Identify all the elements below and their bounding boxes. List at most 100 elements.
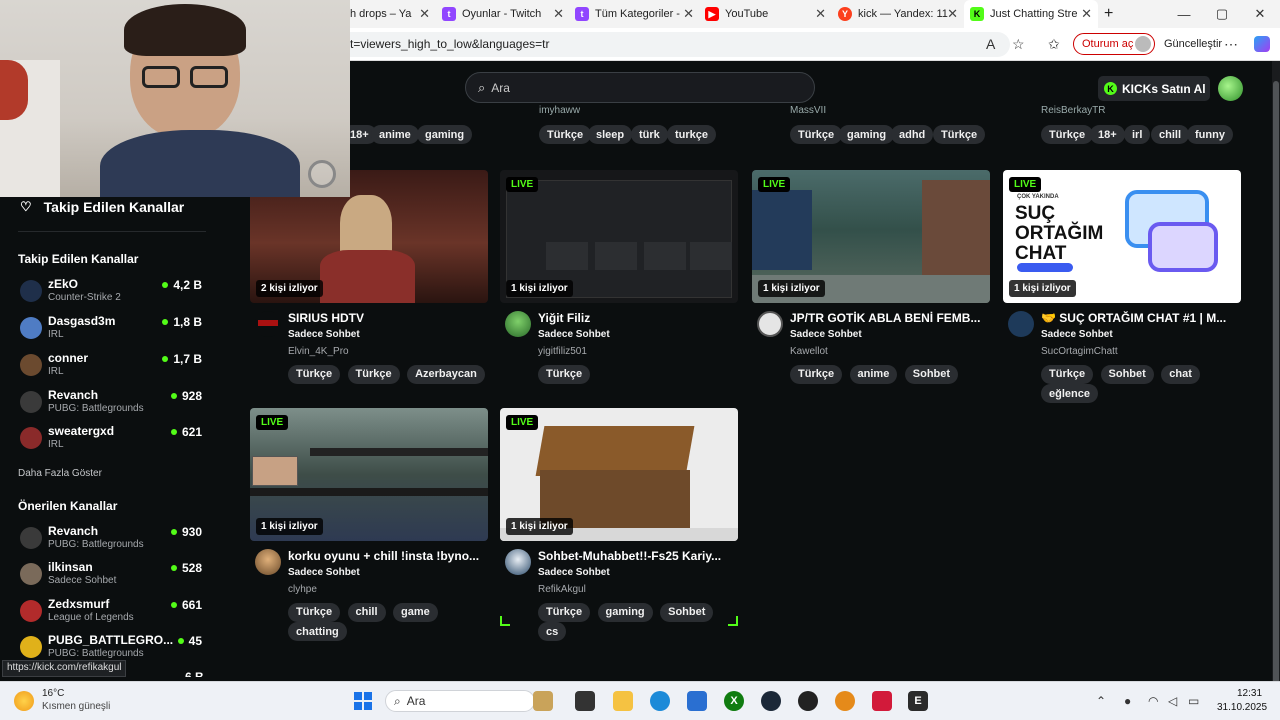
stream-category[interactable]: Sadece Sohbet [790, 329, 862, 340]
app-icon-red[interactable] [872, 691, 892, 711]
windows-start-icon[interactable] [353, 691, 373, 711]
tag[interactable]: irl [1124, 125, 1151, 144]
volume-icon[interactable]: ◁ [1168, 694, 1177, 708]
sidebar-channel[interactable]: Zedxsmurf League of Legends 661 [18, 597, 208, 631]
weather-temp[interactable]: 16°C [42, 688, 64, 699]
tag[interactable]: Türkçe [790, 125, 843, 144]
xbox-icon[interactable]: X [724, 691, 744, 711]
tag[interactable]: Türkçe [288, 602, 341, 622]
tag[interactable]: gaming [597, 602, 653, 622]
favorites-icon[interactable]: ✩ [1048, 36, 1060, 53]
tab-kick-drops[interactable]: h drops – Ya ✕ [350, 0, 436, 28]
tag[interactable]: eğlence [1041, 384, 1098, 403]
task-view-icon[interactable] [575, 691, 595, 711]
tag[interactable]: funny [1187, 125, 1233, 144]
stream-category[interactable]: Sadece Sohbet [288, 567, 360, 578]
tag[interactable]: cs [538, 622, 567, 641]
sidebar-channel[interactable]: zEkO Counter-Strike 2 4,2 B [18, 277, 208, 311]
steam-icon[interactable] [761, 691, 781, 711]
update-button[interactable]: Güncelleştir [1164, 38, 1222, 50]
tag[interactable]: 18+ [1090, 125, 1125, 144]
tag[interactable]: chat [1161, 364, 1200, 384]
channel-avatar[interactable] [255, 311, 281, 337]
show-more-link[interactable]: Daha Fazla Göster [18, 468, 102, 479]
sidebar-channel[interactable]: ilkinsan Sadece Sohbet 528 [18, 560, 208, 594]
close-icon[interactable]: ✕ [683, 7, 694, 21]
followed-channels-link[interactable]: ♡ Takip Edilen Kanallar [20, 199, 184, 215]
buy-kicks-button[interactable]: K KICKs Satın Al [1098, 76, 1210, 101]
channel-username[interactable]: Kawellot [790, 346, 828, 357]
stream-category[interactable]: Sadece Sohbet [288, 329, 360, 340]
epic-games-icon[interactable]: E [908, 691, 928, 711]
stream-thumbnail[interactable]: LIVE 1 kişi izliyor [500, 170, 738, 303]
sidebar-channel[interactable]: Dasgasd3m IRL 1,8 B [18, 314, 208, 348]
tag[interactable]: turkçe [667, 125, 717, 144]
tag[interactable]: Sohbet [1100, 364, 1154, 384]
obs-icon[interactable] [798, 691, 818, 711]
tag[interactable]: Türkçe [539, 125, 592, 144]
tag[interactable]: anime [371, 125, 419, 144]
stream-title[interactable]: korku oyunu + chill !insta !byno... [288, 549, 484, 563]
tag[interactable]: chill [1151, 125, 1190, 144]
stream-title[interactable]: JP/TR GOTİK ABLA BENİ FEMB... [790, 311, 986, 325]
tag[interactable]: Türkçe [1041, 125, 1094, 144]
channel-avatar[interactable] [505, 549, 531, 575]
stream-thumbnail[interactable]: LIVE 1 kişi izliyor [752, 170, 990, 303]
user-avatar[interactable] [1218, 76, 1243, 101]
sidebar-channel[interactable]: Revanch PUBG: Battlegrounds 928 [18, 388, 208, 422]
channel-avatar[interactable] [1008, 311, 1034, 337]
tag[interactable]: gaming [417, 125, 473, 144]
tag[interactable]: Türkçe [538, 364, 591, 384]
app-icon[interactable] [835, 691, 855, 711]
tag[interactable]: game [393, 602, 438, 622]
close-icon[interactable]: ✕ [1081, 7, 1092, 21]
weather-status[interactable]: Kısmen güneşli [42, 701, 110, 712]
tag[interactable]: sleep [588, 125, 633, 144]
file-explorer-icon[interactable] [613, 691, 633, 711]
tag[interactable]: Türkçe [538, 602, 591, 622]
tag[interactable]: Sohbet [660, 602, 714, 622]
tag[interactable]: chill [347, 602, 386, 622]
channel-username[interactable]: SucOrtagimChatt [1041, 346, 1118, 357]
tag[interactable]: anime [849, 364, 898, 384]
weather-icon[interactable] [14, 691, 34, 711]
tab-twitch-categories[interactable]: t Tüm Kategoriler - ✕ [575, 0, 700, 28]
stream-category[interactable]: Sadece Sohbet [538, 567, 610, 578]
tab-twitch-games[interactable]: t Oyunlar - Twitch ✕ [442, 0, 570, 28]
stream-category[interactable]: Sadece Sohbet [538, 329, 610, 340]
tag[interactable]: Azerbaycan [407, 364, 485, 384]
page-scrollbar[interactable] [1272, 61, 1280, 701]
tag[interactable]: adhd [891, 125, 934, 144]
tab-youtube[interactable]: ▶ YouTube ✕ [705, 0, 832, 28]
tag[interactable]: Türkçe [790, 364, 843, 384]
sidebar-channel[interactable]: conner IRL 1,7 B [18, 351, 208, 385]
close-icon[interactable]: ✕ [419, 7, 430, 21]
tab-just-chatting[interactable]: K Just Chatting Stre ✕ [964, 0, 1098, 28]
tray-chevron-icon[interactable]: ⌃ [1096, 694, 1106, 708]
scrollbar-thumb[interactable] [1273, 81, 1279, 701]
channel-username[interactable]: RefikAkgul [538, 584, 586, 595]
sidebar-channel[interactable]: Revanch PUBG: Battlegrounds 930 [18, 524, 208, 558]
battery-icon[interactable]: ▭ [1188, 694, 1199, 708]
sidebar-channel[interactable]: sweatergxd IRL 621 [18, 424, 208, 458]
more-menu-icon[interactable]: ⋯ [1224, 36, 1238, 53]
tag[interactable]: Türkçe [288, 364, 341, 384]
tag[interactable]: türk [631, 125, 668, 144]
maximize-icon[interactable]: ▢ [1204, 0, 1240, 28]
stream-title[interactable]: Yiğit Filiz [538, 311, 734, 325]
close-icon[interactable]: ✕ [553, 7, 564, 21]
signin-button[interactable]: Oturum aç [1073, 33, 1155, 55]
wifi-icon[interactable]: ◠ [1148, 694, 1158, 708]
close-icon[interactable]: ✕ [815, 7, 826, 21]
edge-icon[interactable] [650, 691, 670, 711]
stream-thumbnail[interactable]: LIVE 1 kişi izliyor [250, 408, 488, 541]
tag[interactable]: chatting [288, 622, 347, 641]
copilot-icon[interactable] [1254, 36, 1270, 52]
stream-title[interactable]: SIRIUS HDTV [288, 311, 484, 325]
tab-yandex[interactable]: Y kick — Yandex: 11 ✕ [838, 0, 964, 28]
stream-title[interactable]: 🤝 SUÇ ORTAĞIM CHAT #1 | M... [1041, 311, 1237, 325]
close-window-icon[interactable]: ✕ [1242, 0, 1278, 28]
favorite-star-icon[interactable]: ☆ [1012, 36, 1025, 53]
channel-avatar[interactable] [757, 311, 783, 337]
taskbar-search[interactable]: ⌕ Ara [385, 690, 535, 712]
